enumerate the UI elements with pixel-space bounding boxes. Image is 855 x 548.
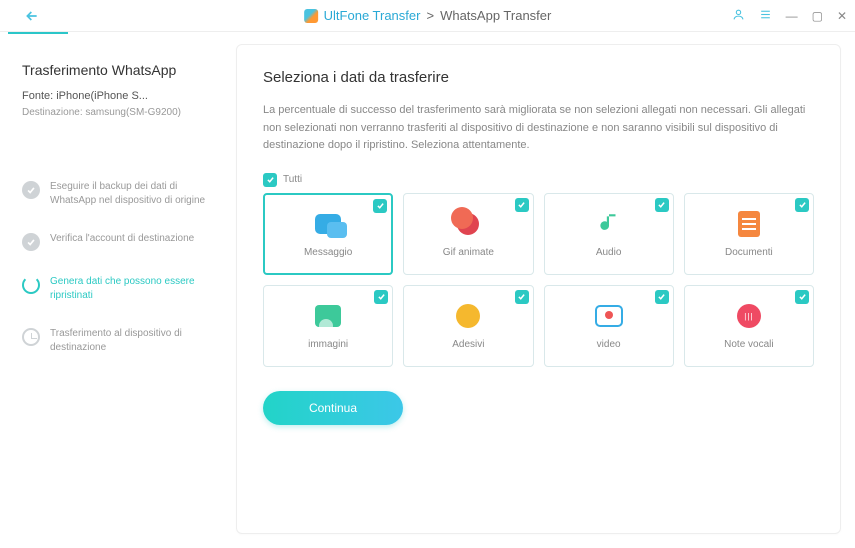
section-name: WhatsApp Transfer: [440, 8, 551, 23]
card-checkbox[interactable]: [655, 198, 669, 212]
card-gif[interactable]: Gif animate: [403, 193, 533, 275]
step-3: Genera dati che possono essere ripristin…: [22, 275, 216, 303]
audio-icon: [594, 209, 624, 239]
sidebar-title: Trasferimento WhatsApp: [22, 62, 216, 78]
title-center: UltFone Transfer > WhatsApp Transfer: [304, 8, 552, 23]
card-checkbox[interactable]: [795, 198, 809, 212]
back-button[interactable]: [20, 4, 44, 28]
sidebar: Trasferimento WhatsApp Fonte: iPhone(iPh…: [14, 44, 224, 534]
continue-button[interactable]: Continua: [263, 391, 403, 425]
minimize-button[interactable]: —: [786, 9, 798, 23]
spinner-icon: [22, 276, 40, 294]
titlebar: UltFone Transfer > WhatsApp Transfer — ▢…: [0, 0, 855, 32]
window-controls: — ▢ ✕: [732, 8, 847, 24]
card-checkbox[interactable]: [374, 290, 388, 304]
step-text: Trasferimento al dispositivo di destinaz…: [50, 327, 210, 355]
close-button[interactable]: ✕: [837, 9, 847, 23]
card-documents[interactable]: Documenti: [684, 193, 814, 275]
sticker-icon: [453, 301, 483, 331]
card-voice-notes[interactable]: Note vocali: [684, 285, 814, 367]
main-panel: Seleziona i dati da trasferire La percen…: [236, 44, 841, 534]
check-icon: [22, 181, 40, 199]
voice-icon: [734, 301, 764, 331]
breadcrumb-sep: >: [426, 8, 434, 23]
step-text: Verifica l'account di destinazione: [50, 232, 194, 246]
card-checkbox[interactable]: [515, 290, 529, 304]
step-text: Genera dati che possono essere ripristin…: [50, 275, 210, 303]
card-label: video: [597, 339, 621, 350]
data-type-grid: Messaggio Gif animate Audio Documenti: [263, 193, 814, 367]
step-1: Eseguire il backup dei dati di WhatsApp …: [22, 180, 216, 208]
maximize-button[interactable]: ▢: [812, 9, 823, 23]
page-desc: La percentuale di successo del trasferim…: [263, 102, 814, 155]
select-all-row[interactable]: Tutti: [263, 173, 814, 187]
card-label: Gif animate: [443, 247, 494, 258]
dest-label: Destinazione: samsung(SM-G9200): [22, 105, 216, 120]
step-4: Trasferimento al dispositivo di destinaz…: [22, 327, 216, 355]
gif-icon: [453, 209, 483, 239]
steps-list: Eseguire il backup dei dati di WhatsApp …: [22, 180, 216, 355]
card-images[interactable]: immagini: [263, 285, 393, 367]
card-label: immagini: [308, 339, 348, 350]
card-stickers[interactable]: Adesivi: [403, 285, 533, 367]
card-label: Adesivi: [452, 339, 484, 350]
check-icon: [22, 233, 40, 251]
card-label: Audio: [596, 247, 622, 258]
clock-icon: [22, 328, 40, 346]
page-heading: Seleziona i dati da trasferire: [263, 69, 814, 86]
document-icon: [734, 209, 764, 239]
source-label: Fonte: iPhone(iPhone S...: [22, 88, 216, 105]
card-audio[interactable]: Audio: [544, 193, 674, 275]
select-all-checkbox[interactable]: [263, 173, 277, 187]
step-2: Verifica l'account di destinazione: [22, 232, 216, 251]
card-label: Documenti: [725, 247, 773, 258]
app-name: UltFone Transfer: [324, 8, 421, 23]
card-label: Messaggio: [304, 247, 352, 258]
card-message[interactable]: Messaggio: [263, 193, 393, 275]
menu-icon[interactable]: [759, 8, 772, 24]
card-checkbox[interactable]: [515, 198, 529, 212]
sidebar-subtitle: Fonte: iPhone(iPhone S... Destinazione: …: [22, 88, 216, 120]
message-icon: [313, 209, 343, 239]
app-logo-icon: [304, 9, 318, 23]
step-text: Eseguire il backup dei dati di WhatsApp …: [50, 180, 210, 208]
image-icon: [313, 301, 343, 331]
card-video[interactable]: video: [544, 285, 674, 367]
select-all-label: Tutti: [283, 174, 302, 185]
card-checkbox[interactable]: [373, 199, 387, 213]
card-checkbox[interactable]: [655, 290, 669, 304]
card-checkbox[interactable]: [795, 290, 809, 304]
card-label: Note vocali: [724, 339, 773, 350]
user-icon[interactable]: [732, 8, 745, 24]
video-icon: [594, 301, 624, 331]
